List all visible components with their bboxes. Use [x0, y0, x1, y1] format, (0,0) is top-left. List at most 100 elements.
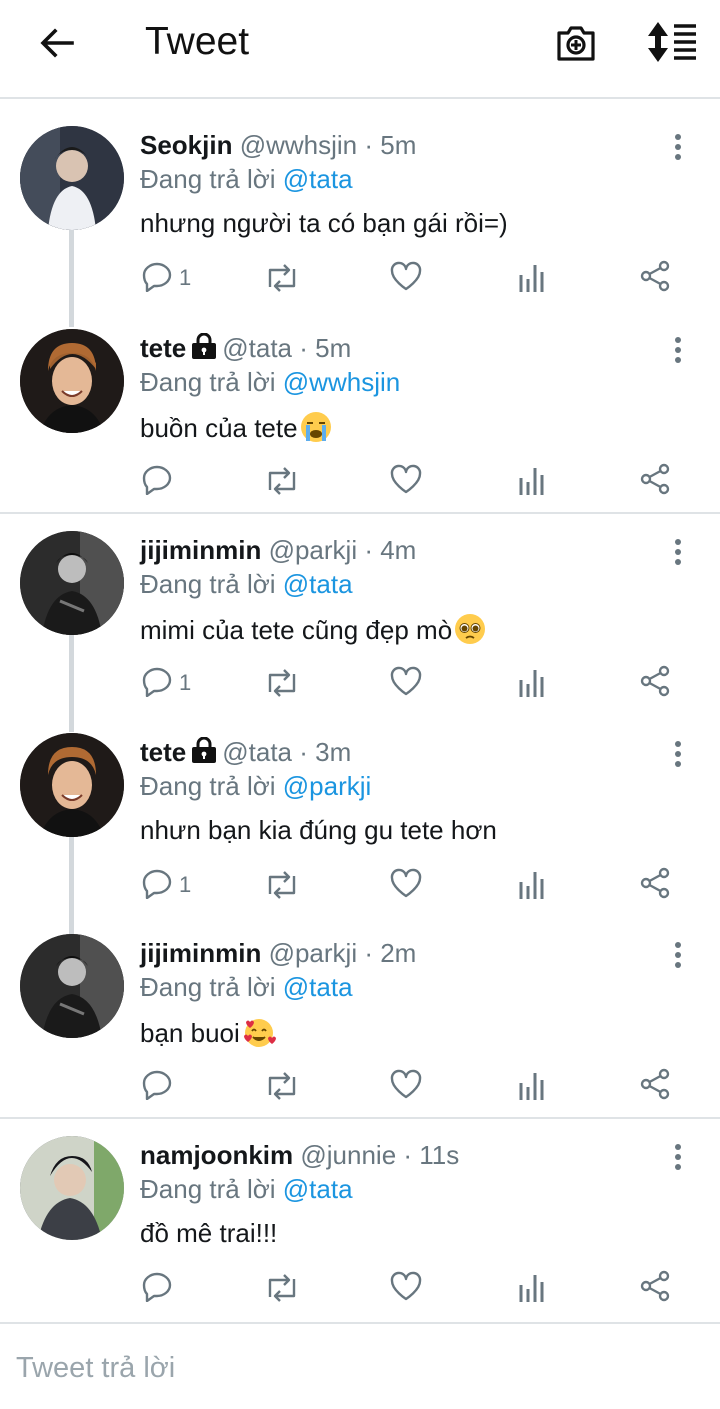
- retweet-icon: [263, 466, 301, 501]
- handle-and-time: @parkji · 2m: [268, 938, 417, 968]
- retweet-button[interactable]: [263, 465, 301, 501]
- reply-button[interactable]: 1: [141, 867, 191, 903]
- back-arrow-icon[interactable]: [36, 22, 78, 64]
- share-icon: [639, 463, 671, 500]
- tweet-text-content: buồn của tete: [140, 413, 298, 443]
- tweet-text: mimi của tete cũng đẹp mò: [140, 613, 486, 652]
- replying-to-label: Đang trả lời: [140, 164, 283, 194]
- replying-to: Đang trả lời @wwhsjin: [140, 367, 400, 398]
- tweet-text: nhưn bạn kia đúng gu tete hơn: [140, 815, 497, 846]
- more-options-icon[interactable]: [666, 940, 690, 970]
- avatar[interactable]: [20, 329, 124, 433]
- avatar[interactable]: [20, 934, 124, 1038]
- display-name[interactable]: namjoonkim: [140, 1140, 293, 1170]
- reply-input[interactable]: Tweet trả lời: [16, 1352, 175, 1385]
- mention-link[interactable]: @tata: [283, 972, 353, 1002]
- retweet-icon: [263, 668, 301, 703]
- reply-button[interactable]: 1: [141, 260, 191, 296]
- retweet-button[interactable]: [263, 667, 301, 703]
- analytics-button[interactable]: [517, 1070, 547, 1106]
- retweet-icon: [263, 1273, 301, 1308]
- reply-button[interactable]: [141, 1068, 179, 1104]
- like-button[interactable]: [389, 665, 423, 701]
- share-button[interactable]: [639, 665, 671, 701]
- avatar[interactable]: [20, 1136, 124, 1240]
- tweet[interactable]: Seokjin @wwhsjin · 5m Đang trả lời @tata n…: [0, 126, 720, 316]
- tweet[interactable]: tete @tata · 5m Đang trả lời @wwhsjin buồn …: [0, 329, 720, 519]
- bar-chart-icon: [517, 1273, 547, 1308]
- share-button[interactable]: [639, 463, 671, 499]
- tweet-text-content: nhưn bạn kia đúng gu tete hơn: [140, 815, 497, 845]
- share-button[interactable]: [639, 1068, 671, 1104]
- display-name[interactable]: jijiminmin: [140, 938, 261, 968]
- share-button[interactable]: [639, 1270, 671, 1306]
- retweet-icon: [263, 870, 301, 905]
- analytics-button[interactable]: [517, 869, 547, 905]
- more-options-icon[interactable]: [666, 1142, 690, 1172]
- retweet-button[interactable]: [263, 262, 301, 298]
- display-name[interactable]: Seokjin: [140, 130, 232, 160]
- mention-link[interactable]: @tata: [283, 1174, 353, 1204]
- more-options-icon[interactable]: [666, 132, 690, 162]
- more-options-icon[interactable]: [666, 739, 690, 769]
- retweet-button[interactable]: [263, 1272, 301, 1308]
- avatar[interactable]: [20, 531, 124, 635]
- tweet[interactable]: jijiminmin @parkji · 4m Đang trả lời @tat…: [0, 531, 720, 721]
- like-button[interactable]: [389, 463, 423, 499]
- share-button[interactable]: [639, 260, 671, 296]
- reply-button[interactable]: [141, 463, 179, 499]
- reply-button[interactable]: 1: [141, 665, 191, 701]
- tweet[interactable]: namjoonkim @junnie · 11s Đang trả lời @ta…: [0, 1136, 720, 1326]
- lock-icon: [190, 332, 218, 366]
- retweet-icon: [263, 263, 301, 298]
- retweet-button[interactable]: [263, 1070, 301, 1106]
- tweet-header: tete @tata · 3m: [140, 736, 351, 770]
- page-title: Tweet: [145, 20, 250, 63]
- reply-icon: [141, 260, 173, 297]
- analytics-button[interactable]: [517, 262, 547, 298]
- more-options-icon[interactable]: [666, 537, 690, 567]
- reply-button[interactable]: [141, 1270, 179, 1306]
- reply-icon: [141, 665, 173, 702]
- display-name[interactable]: tete: [140, 737, 186, 767]
- retweet-icon: [263, 1071, 301, 1106]
- analytics-button[interactable]: [517, 667, 547, 703]
- tweet-header: tete @tata · 5m: [140, 332, 351, 366]
- replying-to: Đang trả lời @tata: [140, 1174, 353, 1205]
- retweet-button[interactable]: [263, 869, 301, 905]
- like-button[interactable]: [389, 1068, 423, 1104]
- bar-chart-icon: [517, 466, 547, 501]
- tweet[interactable]: tete @tata · 3m Đang trả lời @parkji nhưn b…: [0, 733, 720, 923]
- top-bar: Tweet: [0, 0, 720, 99]
- avatar[interactable]: [20, 733, 124, 837]
- reply-count: 1: [179, 872, 192, 897]
- sort-icon[interactable]: [646, 20, 698, 64]
- analytics-button[interactable]: [517, 465, 547, 501]
- share-button[interactable]: [639, 867, 671, 903]
- mention-link[interactable]: @parkji: [283, 771, 372, 801]
- camera-plus-icon[interactable]: [555, 22, 597, 64]
- avatar[interactable]: [20, 126, 124, 230]
- heart-icon: [389, 1270, 423, 1307]
- tweet-text: buồn của tete: [140, 411, 332, 450]
- more-options-icon[interactable]: [666, 335, 690, 365]
- tweet-text: bạn buoi: [140, 1016, 276, 1055]
- share-icon: [639, 1270, 671, 1307]
- reply-compose-bar: Tweet trả lời: [0, 1322, 720, 1409]
- bar-chart-icon: [517, 263, 547, 298]
- mention-link[interactable]: @tata: [283, 164, 353, 194]
- replying-to-label: Đang trả lời: [140, 771, 283, 801]
- display-name[interactable]: jijiminmin: [140, 535, 261, 565]
- tweet[interactable]: jijiminmin @parkji · 2m Đang trả lời @tat…: [0, 934, 720, 1124]
- reply-count: 1: [179, 265, 192, 290]
- like-button[interactable]: [389, 867, 423, 903]
- reply-icon: [141, 1270, 173, 1307]
- display-name[interactable]: tete: [140, 333, 186, 363]
- share-icon: [639, 260, 671, 297]
- like-button[interactable]: [389, 1270, 423, 1306]
- analytics-button[interactable]: [517, 1272, 547, 1308]
- like-button[interactable]: [389, 260, 423, 296]
- mention-link[interactable]: @tata: [283, 569, 353, 599]
- heart-icon: [389, 260, 423, 297]
- mention-link[interactable]: @wwhsjin: [283, 367, 400, 397]
